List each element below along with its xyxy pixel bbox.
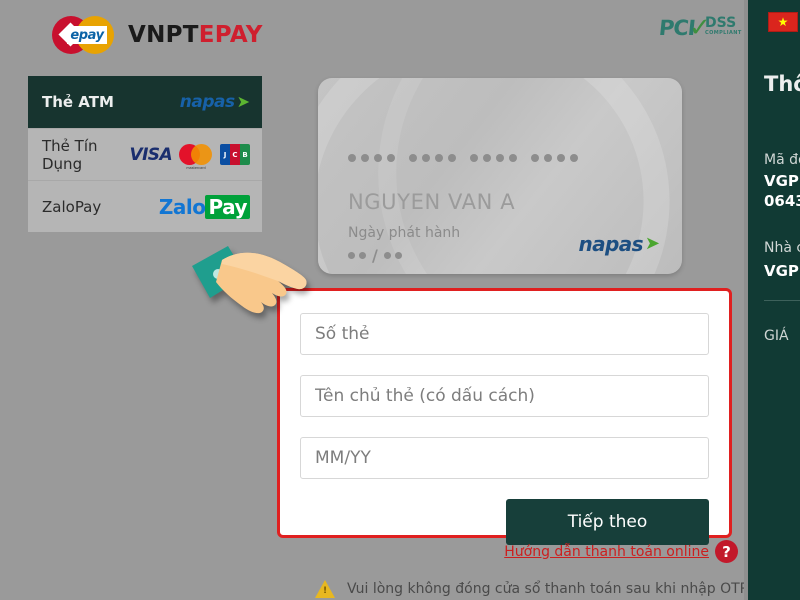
brand-name: VNPTEPAY <box>128 22 263 48</box>
card-holder-name: NGUYEN VAN A <box>348 190 516 214</box>
payment-method-credit[interactable]: Thẻ Tín Dụng VISA mastercard JCB <box>28 128 262 180</box>
panel-separator <box>764 300 800 301</box>
mastercard-logo-icon: mastercard <box>179 144 213 170</box>
payment-method-label: Thẻ ATM <box>42 93 114 111</box>
card-brand-logos: VISA mastercard JCB <box>129 144 250 170</box>
card-preview: NGUYEN VAN A Ngày phát hành / napas ➤ <box>318 78 682 274</box>
brand-name-part1: VNPT <box>128 22 199 48</box>
card-number-input[interactable] <box>300 313 709 355</box>
brand-name-part2: EPAY <box>198 22 263 48</box>
napas-logo-icon: napas ➤ <box>180 92 250 112</box>
payment-method-label: ZaloPay <box>42 197 102 216</box>
payment-guide-link[interactable]: Hướng dẫn thanh toán online <box>504 544 709 560</box>
dss-label: DSS <box>705 15 737 31</box>
pci-dss-badge: PCI ✓ DSS COMPLIANT <box>658 10 742 50</box>
zalopay-logo-icon: Zalo Pay <box>158 194 250 219</box>
card-issue-label: Ngày phát hành <box>348 225 461 241</box>
zalopay-logo-text1: Zalo <box>158 194 206 219</box>
card-issue-date: / <box>348 246 402 265</box>
expiry-date-input[interactable] <box>300 437 709 479</box>
payment-method-label: Thẻ Tín Dụng <box>42 136 98 173</box>
card-number-masked <box>348 154 578 162</box>
payment-method-zalopay[interactable]: ZaloPay Zalo Pay <box>28 180 262 232</box>
napas-arrow-icon: ➤ <box>236 92 250 111</box>
card-napas-text: napas <box>578 232 643 256</box>
vnpt-epay-logo: epay VNPTEPAY <box>52 14 263 56</box>
napas-logo-text: napas <box>179 92 235 112</box>
pointing-hand-cursor-icon <box>192 246 307 314</box>
compliant-label: COMPLIANT <box>705 30 742 36</box>
order-summary-panel: ★ Thông tin đơn hàng Mã đơn hàng VGP 064… <box>748 0 800 600</box>
jcb-logo-icon: JCB <box>220 144 250 165</box>
visa-logo-icon: VISA <box>129 144 173 165</box>
card-holder-input[interactable] <box>300 375 709 417</box>
price-label: GIÁ <box>764 328 789 344</box>
otp-warning-text: Vui lòng không đóng cửa sổ thanh toán sa… <box>347 581 749 597</box>
zalopay-logo-text2: Pay <box>205 194 250 219</box>
order-code-value-line2: 0643 <box>764 192 800 210</box>
otp-warning: Vui lòng không đóng cửa sổ thanh toán sa… <box>315 580 748 598</box>
order-summary-title: Thông tin đơn hàng <box>764 72 800 96</box>
warning-triangle-icon <box>315 580 335 598</box>
card-entry-form: Tiếp theo <box>277 288 732 545</box>
payment-page: epay VNPTEPAY PCI ✓ DSS COMPLIANT Thẻ AT… <box>0 0 800 600</box>
question-mark-icon[interactable]: ? <box>715 540 738 563</box>
epay-circles-logo-icon: epay <box>52 14 118 56</box>
payment-method-list: Thẻ ATM napas ➤ Thẻ Tín Dụng VISA master… <box>28 76 262 232</box>
submit-button[interactable]: Tiếp theo <box>506 499 709 545</box>
vietnam-flag-icon[interactable]: ★ <box>768 12 798 32</box>
merchant-value: VGP <box>764 262 799 280</box>
card-napas-arrow-icon: ➤ <box>644 233 660 254</box>
order-code-value-line1: VGP <box>764 172 799 190</box>
epay-logo-text: epay <box>67 26 107 44</box>
help-link-row[interactable]: Hướng dẫn thanh toán online ? <box>504 540 738 563</box>
payment-method-atm[interactable]: Thẻ ATM napas ➤ <box>28 76 262 128</box>
order-code-label: Mã đơn hàng <box>764 152 800 168</box>
merchant-label: Nhà cung cấp <box>764 240 800 256</box>
card-napas-logo-icon: napas ➤ <box>578 232 660 256</box>
